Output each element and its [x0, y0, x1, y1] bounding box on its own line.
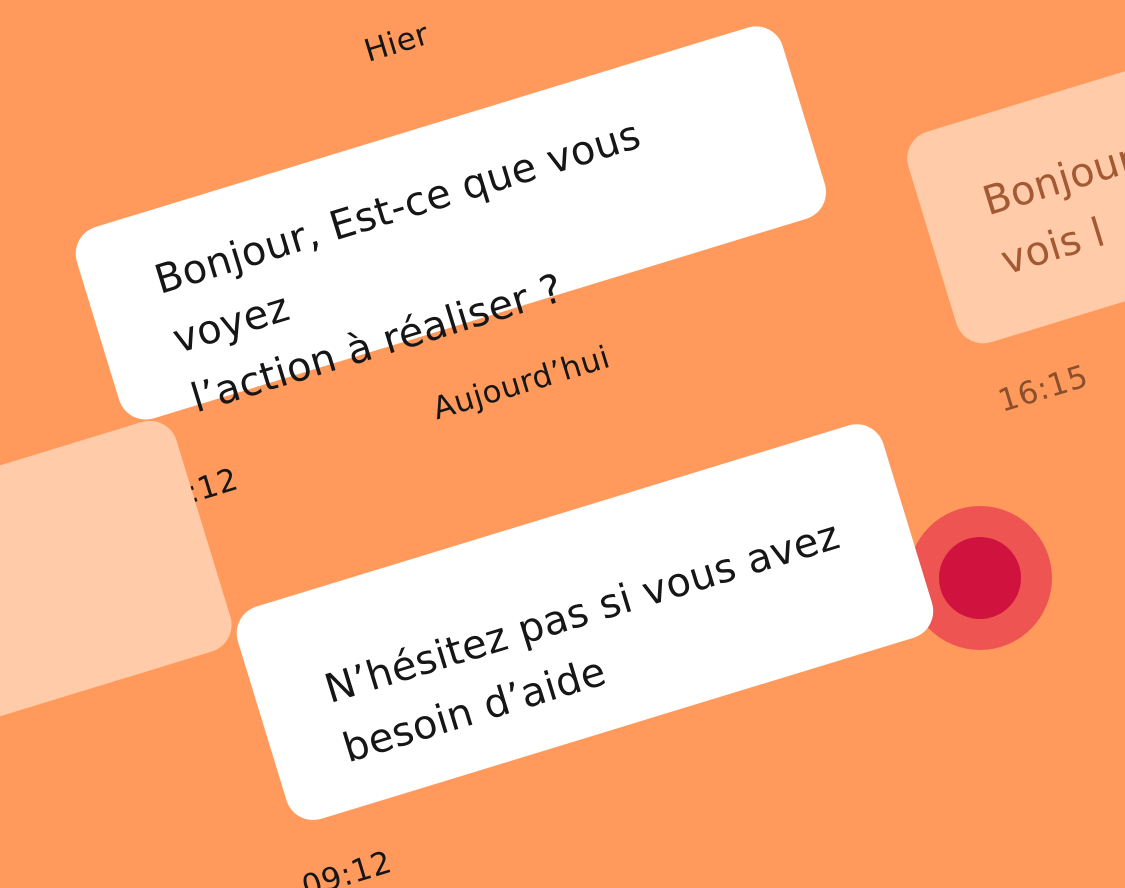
- message-time: 16:15: [994, 358, 1093, 420]
- message-time: 09:12: [297, 844, 397, 888]
- message-bubble[interactable]: Bonjour, Est-ce que vous voyez l’action …: [68, 19, 833, 427]
- message-text: Bonjour, Est-ce que vous voyez l’action …: [149, 111, 647, 423]
- message-text: Bonjour, vois l: [977, 131, 1125, 285]
- message-bubble[interactable]: N’hésitez pas si vous avez besoin d’aide: [229, 417, 941, 827]
- message-text: N’hésitez pas si vous avez besoin d’aide: [319, 512, 845, 773]
- day-separator-yesterday: Hier: [360, 16, 434, 70]
- chat-thread: Hier Bonjour, Est-ce que vous voyez l’ac…: [0, 0, 1125, 888]
- message-bubble-partial[interactable]: [0, 413, 239, 729]
- message-bubble-partial[interactable]: Bonjour, vois l: [900, 5, 1125, 351]
- day-separator-today: Aujourd’hui: [428, 339, 615, 428]
- chat-canvas: Hier Bonjour, Est-ce que vous voyez l’ac…: [0, 0, 1125, 888]
